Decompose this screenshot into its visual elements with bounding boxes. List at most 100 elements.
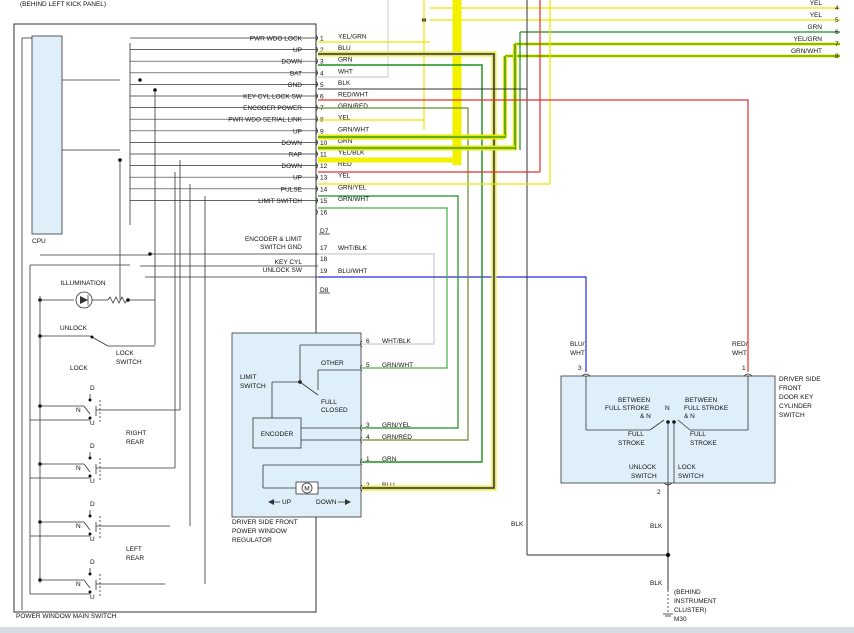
switch-n-label: N [76, 407, 81, 414]
regulator-title-1: DRIVER SIDE FRONT [232, 519, 298, 526]
blk-label-2: BLK [650, 523, 663, 530]
pin-num: 9 [320, 128, 324, 135]
reg-pin-3: 3 GRN/YEL [360, 422, 411, 432]
reg-pin-wire: WHT/BLK [382, 338, 412, 345]
switch-n-label: N [76, 581, 81, 588]
reg-pin-5: 5 GRN/WHT [360, 362, 413, 372]
up-label: UP [282, 499, 291, 506]
pin-name: KEY CYL LOCK SW [243, 94, 303, 101]
unlock-switch-2: SWITCH [631, 473, 657, 480]
pin-name: DOWN [281, 140, 302, 147]
pin-num: 16 [320, 210, 328, 217]
reg-pin-6: 6 WHT/BLK [360, 338, 412, 348]
cpu-label: CPU [32, 238, 46, 245]
pin-wire: RED/WHT [338, 92, 368, 99]
pin-wire: YEL/GRN [338, 34, 367, 41]
key-cyl-title-2: FRONT [779, 385, 801, 392]
full-closed-label-2: CLOSED [321, 407, 348, 414]
regulator-title-2: POWER WINDOW [232, 528, 288, 535]
full-stroke-right-1: FULL [690, 431, 706, 438]
pin-wire: GRN/YEL [338, 184, 367, 191]
bottom-strip [0, 627, 854, 633]
pin-name: UP [293, 47, 302, 54]
pin-num: 4 [320, 70, 324, 77]
pin-num: 12 [320, 163, 328, 170]
key-n-label: N [665, 405, 670, 412]
behind-2: INSTRUMENT [674, 598, 717, 605]
left-rear-label-2: REAR [126, 555, 144, 562]
pin-name: GND [288, 82, 303, 89]
regulator-title-3: REGULATOR [232, 537, 272, 544]
pin-wire: GRN [338, 57, 353, 64]
pin-name: ENCODER POWER [243, 105, 302, 112]
down-label: DOWN [316, 499, 337, 506]
key-cyl-title-5: SWITCH [779, 412, 805, 419]
pin-17-num: 17 [320, 245, 328, 252]
top-wire-label-7: YEL/GRN [793, 36, 822, 43]
pin-name: LIMIT SWITCH [258, 198, 302, 205]
cpu-block [31, 35, 63, 235]
behind-1: (BEHIND [674, 589, 701, 596]
top-wire-label-4: YEL [810, 0, 823, 7]
top-pin-7: 7 [835, 41, 839, 48]
pin-19-num: 19 [320, 268, 328, 275]
key-wire-left-1: BLU/ [570, 341, 585, 348]
lock-switch-2: SWITCH [678, 473, 704, 480]
top-pin-4: 4 [835, 5, 839, 12]
between-left-1: BETWEEN [618, 397, 650, 404]
key-cylinder-titles: DRIVER SIDE FRONT DOOR KEY CYLINDER SWIT… [779, 376, 821, 419]
kick-panel-note: (BEHIND LEFT KICK PANEL) [20, 1, 106, 8]
pin-18-num: 18 [320, 256, 328, 263]
pin-name: RAP [289, 152, 302, 159]
m30-label: M30 [674, 616, 687, 623]
key-wire-right-2: WHT [732, 350, 747, 357]
pin-name: UP [293, 175, 302, 182]
ground-group: BLK BLK BLK (BEHIND INSTRUMENT CLUSTER) … [511, 483, 717, 623]
lock-switch-1: LOCK [678, 464, 696, 471]
unlock-switch-1: UNLOCK [629, 464, 657, 471]
pin-name: UP [293, 128, 302, 135]
key-pin-2: 2 [657, 489, 661, 496]
pin-num: 15 [320, 198, 328, 205]
reg-pin-num: 6 [366, 338, 370, 345]
pin-17-name-1: ENCODER & LIMIT [245, 236, 302, 243]
key-pin-3: 3 [578, 365, 582, 372]
between-left-3: & N [640, 413, 651, 420]
motor-label: M [304, 486, 309, 493]
right-rear-label-1: RIGHT [126, 430, 146, 437]
wiring-diagram: (BEHIND LEFT KICK PANEL) 4 5 6 7 8 YEL Y… [0, 0, 854, 633]
key-cyl-title-4: CYLINDER [779, 403, 812, 410]
between-right-2: FULL STROKE [684, 405, 729, 412]
regulator-pins: 6 WHT/BLK5 GRN/WHT3 GRN/YEL4 GRN/RED1 GRN2 BLU [360, 338, 413, 492]
left-rear-label-1: LEFT [126, 546, 142, 553]
top-pin-6: 6 [835, 29, 839, 36]
pin-wire: BLU [338, 45, 351, 52]
switch-d-label: D [90, 559, 95, 566]
limit-switch-label-2: SWITCH [240, 383, 266, 390]
pin-num: 11 [320, 152, 327, 159]
limit-switch-label-1: LIMIT [240, 374, 257, 381]
pin-19-name-2: UNLOCK SW [263, 267, 303, 274]
between-right-3: & N [684, 413, 695, 420]
pin-wire: YEL [338, 115, 351, 122]
full-closed-label-1: FULL [321, 399, 337, 406]
switch-d-label: D [90, 443, 95, 450]
key-pin-1: 1 [742, 365, 746, 372]
pin-name: DOWN [281, 163, 302, 170]
switch-u-label: U [90, 420, 95, 427]
pin-name: PWR WDO LOCK [250, 36, 303, 43]
switch-u-label: U [90, 594, 95, 601]
lock-switch-label-2: SWITCH [116, 359, 142, 366]
key-cyl-title-1: DRIVER SIDE [779, 376, 821, 383]
behind-3: CLUSTER) [674, 607, 707, 614]
pin-19-wire: BLU/WHT [338, 268, 367, 275]
between-left-2: FULL STROKE [605, 405, 650, 412]
blk-label-3: BLK [650, 580, 663, 587]
pin-name: PULSE [281, 186, 303, 193]
full-stroke-right-2: STROKE [690, 440, 717, 447]
top-bus-lines [422, 7, 840, 58]
pin-wire: GRN/WHT [338, 126, 369, 133]
top-wire-label-6: GRN [808, 24, 823, 31]
main-switch-title: POWER WINDOW MAIN SWITCH [16, 613, 117, 620]
key-wire-left-2: WHT [570, 350, 585, 357]
